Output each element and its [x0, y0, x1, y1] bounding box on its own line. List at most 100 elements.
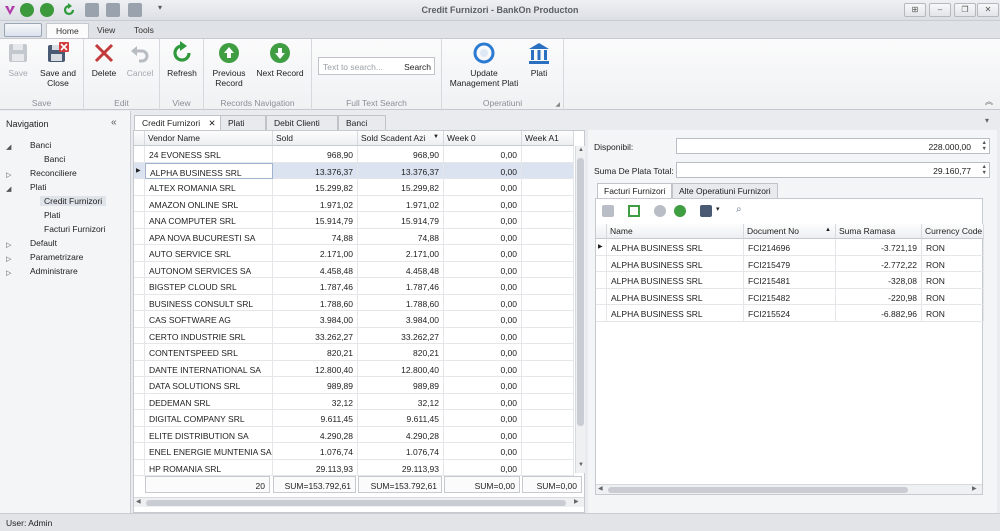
week-a1-cell[interactable] [522, 146, 574, 163]
doc-tab-credit-furnizori[interactable]: Credit Furnizori ✕ [134, 115, 224, 130]
row-indicator[interactable] [134, 327, 145, 344]
vendor-name-cell[interactable]: DEDEMAN SRL [145, 393, 273, 410]
scroll-right-icon[interactable]: ▶ [972, 485, 977, 492]
vendor-name-cell[interactable]: HP ROMANIA SRL [145, 459, 273, 476]
sold-cell[interactable]: 1.787,46 [273, 278, 358, 295]
vendor-name-cell[interactable]: APA NOVA BUCURESTI SA [145, 228, 273, 245]
full-text-search-input[interactable]: Text to search... Search [318, 57, 435, 75]
row-indicator[interactable] [134, 146, 145, 163]
delete-button[interactable]: Delete [88, 41, 120, 78]
vendor-name-cell[interactable]: DATA SOLUTIONS SRL [145, 377, 273, 394]
sold-scadent-cell[interactable]: 9.611,45 [358, 410, 444, 427]
cancel-button[interactable]: Cancel [124, 41, 156, 78]
sold-cell[interactable]: 13.376,37 [273, 162, 358, 179]
save-dropdown-icon[interactable]: ▾ [716, 205, 720, 213]
row-indicator[interactable] [596, 255, 607, 272]
vendor-name-cell[interactable]: AUTONOM SERVICES SA [145, 261, 273, 278]
week-0-cell[interactable]: 0,00 [444, 311, 522, 328]
week-a1-cell[interactable] [522, 212, 574, 229]
sold-cell[interactable]: 33.262,27 [273, 327, 358, 344]
week-a1-cell[interactable] [522, 261, 574, 278]
sold-cell[interactable]: 32,12 [273, 393, 358, 410]
vendor-name-cell[interactable]: AMAZON ONLINE SRL [145, 195, 273, 212]
vendor-name-cell[interactable]: ENEL ENERGIE MUNTENIA SA [145, 443, 273, 460]
table-row[interactable]: BUSINESS CONSULT SRL 1.788,60 1.788,60 0,00 [134, 294, 574, 311]
collapse-navigation-icon[interactable]: « [111, 117, 117, 128]
vendor-name-cell[interactable]: AUTO SERVICE SRL [145, 245, 273, 262]
scroll-thumb[interactable] [577, 158, 584, 426]
table-row[interactable]: ▶ ALPHA BUSINESS SRL 13.376,37 13.376,37 0,0… [134, 162, 574, 179]
column-header-sold[interactable]: Sold [273, 131, 358, 146]
tab-facturi-furnizori[interactable]: Facturi Furnizori [597, 183, 673, 198]
sold-scadent-cell[interactable]: 4.458,48 [358, 261, 444, 278]
table-row[interactable]: ANA COMPUTER SRL 15.914,79 15.914,79 0,00 [134, 212, 574, 229]
save-button[interactable]: Save [4, 41, 32, 78]
nav-item-administrare[interactable]: Administrare [30, 266, 78, 276]
document-no-cell[interactable]: FCI215479 [744, 255, 836, 272]
sold-cell[interactable]: 12.800,40 [273, 360, 358, 377]
row-indicator[interactable] [134, 212, 145, 229]
sold-scadent-cell[interactable]: 1.971,02 [358, 195, 444, 212]
row-indicator[interactable] [134, 294, 145, 311]
currency-code-cell[interactable]: RON [922, 288, 984, 305]
week-0-cell[interactable]: 0,00 [444, 360, 522, 377]
doc-tab-debit-clienti[interactable]: Debit Clienti [266, 115, 338, 130]
week-a1-cell[interactable] [522, 162, 574, 179]
row-indicator[interactable]: ▶ [134, 162, 145, 179]
sold-cell[interactable]: 29.113,93 [273, 459, 358, 476]
week-a1-cell[interactable] [522, 344, 574, 361]
sold-scadent-cell[interactable]: 2.171,00 [358, 245, 444, 262]
refresh-button[interactable]: Refresh [164, 41, 200, 78]
sold-scadent-cell[interactable]: 1.787,46 [358, 278, 444, 295]
week-a1-cell[interactable] [522, 278, 574, 295]
vendor-name-cell[interactable]: DANTE INTERNATIONAL SA [145, 360, 273, 377]
tab-home[interactable]: Home [46, 23, 89, 38]
currency-code-cell[interactable]: RON [922, 239, 984, 256]
sold-scadent-cell[interactable]: 15.299,82 [358, 179, 444, 196]
collapse-arrow-icon[interactable]: ▷ [6, 269, 11, 277]
sold-cell[interactable]: 74,88 [273, 228, 358, 245]
column-header-sold-scadent-azi[interactable]: Sold Scadent Azi ▼ [358, 131, 444, 146]
tab-alte-operatiuni-furnizori[interactable]: Alte Operatiuni Furnizori [672, 183, 778, 198]
row-indicator[interactable] [596, 288, 607, 305]
row-indicator[interactable] [134, 278, 145, 295]
vendor-name-cell[interactable]: CAS SOFTWARE AG [145, 311, 273, 328]
table-row[interactable]: ELITE DISTRIBUTION SA 4.290,28 4.290,28 0,0… [134, 426, 574, 443]
h-scroll-thumb[interactable] [146, 500, 566, 506]
week-a1-cell[interactable] [522, 360, 574, 377]
table-row[interactable]: HP ROMANIA SRL 29.113,93 29.113,93 0,00 [134, 459, 574, 476]
currency-code-cell[interactable]: RON [922, 255, 984, 272]
sold-cell[interactable]: 1.971,02 [273, 195, 358, 212]
vendor-name-cell[interactable]: ALTEX ROMANIA SRL [145, 179, 273, 196]
scroll-right-icon[interactable]: ▶ [574, 498, 579, 505]
sold-scadent-cell[interactable]: 989,89 [358, 377, 444, 394]
row-indicator[interactable] [134, 311, 145, 328]
vertical-scrollbar[interactable]: ▲ ▼ [575, 146, 585, 473]
column-header-currency-code[interactable]: Currency Code [922, 224, 984, 239]
table-row[interactable]: CERTO INDUSTRIE SRL 33.262,27 33.262,27 0,0… [134, 327, 574, 344]
sold-scadent-cell[interactable]: 968,90 [358, 146, 444, 163]
scroll-left-icon[interactable]: ◀ [598, 485, 603, 492]
row-indicator[interactable] [134, 344, 145, 361]
nav-item-default[interactable]: Default [30, 238, 57, 248]
sold-scadent-cell[interactable]: 13.376,37 [358, 162, 444, 179]
tab-tools[interactable]: Tools [125, 23, 163, 38]
vendor-name-cell[interactable]: ALPHA BUSINESS SRL [145, 162, 273, 179]
update-management-plati-button[interactable]: Update Management Plati [448, 41, 520, 88]
row-indicator[interactable] [134, 393, 145, 410]
scroll-down-icon[interactable]: ▼ [578, 462, 584, 468]
suma-ramasa-cell[interactable]: -3.721,19 [836, 239, 922, 256]
sold-cell[interactable]: 15.914,79 [273, 212, 358, 229]
spin-buttons-icon[interactable]: ▲ ▼ [982, 164, 987, 176]
week-0-cell[interactable]: 0,00 [444, 195, 522, 212]
vendor-name-cell[interactable]: ANA COMPUTER SRL [145, 212, 273, 229]
week-a1-cell[interactable] [522, 459, 574, 476]
sold-scadent-cell[interactable]: 4.290,28 [358, 426, 444, 443]
currency-code-cell[interactable]: RON [922, 272, 984, 289]
column-header-name[interactable]: Name [607, 224, 744, 239]
expand-arrow-icon[interactable]: ◢ [6, 143, 11, 151]
grid-print-icon[interactable] [602, 205, 614, 217]
vendor-name-cell[interactable]: BUSINESS CONSULT SRL [145, 294, 273, 311]
table-row[interactable]: CONTENTSPEED SRL 820,21 820,21 0,00 [134, 344, 574, 361]
week-0-cell[interactable]: 0,00 [444, 344, 522, 361]
